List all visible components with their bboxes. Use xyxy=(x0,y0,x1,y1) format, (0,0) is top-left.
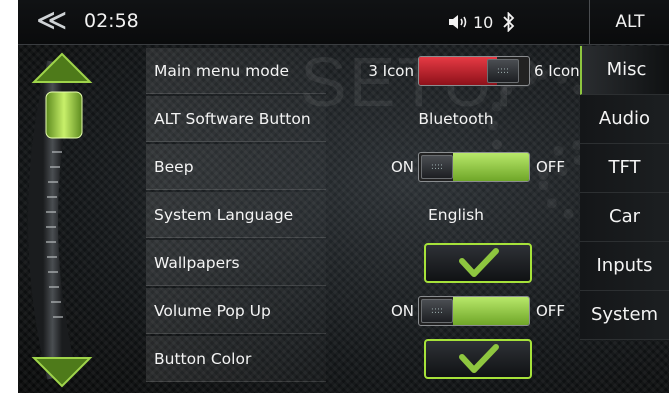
setting-label: Beep xyxy=(146,144,326,190)
tab-system[interactable]: System xyxy=(580,291,669,340)
setting-row-volume-pop-up: Volume Pop Up ON :::: OFF xyxy=(146,288,588,334)
volume-pop-up-toggle[interactable]: :::: xyxy=(418,296,530,326)
setting-row-button-color: Button Color xyxy=(146,336,588,382)
setting-label: Wallpapers xyxy=(146,240,326,286)
option-6-icon[interactable]: 6 Icon xyxy=(534,48,580,94)
check-icon xyxy=(459,248,499,277)
toggle-on-label[interactable]: ON xyxy=(376,144,414,190)
setting-value[interactable]: English xyxy=(376,192,536,238)
main-menu-mode-toggle[interactable]: :::: xyxy=(418,56,530,86)
setting-label: Button Color xyxy=(146,336,326,382)
check-icon xyxy=(459,344,499,373)
tab-inputs[interactable]: Inputs xyxy=(580,242,669,291)
setting-row-beep: Beep ON :::: OFF xyxy=(146,144,588,190)
setting-label: ALT Software Button xyxy=(146,96,326,142)
setting-row-wallpapers: Wallpapers xyxy=(146,240,588,286)
button-color-button[interactable] xyxy=(424,339,532,379)
back-button[interactable]: ≪ xyxy=(36,6,76,38)
clock: 02:58 xyxy=(84,10,139,32)
setting-label: Main menu mode xyxy=(146,48,326,94)
setting-value[interactable]: Bluetooth xyxy=(376,96,536,142)
scroll-down-arrow-icon xyxy=(31,357,93,388)
setting-row-alt-software-button[interactable]: ALT Software Button Bluetooth xyxy=(146,96,588,142)
toggle-fill xyxy=(453,297,529,325)
setting-row-main-menu-mode: Main menu mode 3 Icon :::: 6 Icon xyxy=(146,48,588,94)
tab-audio[interactable]: Audio xyxy=(580,95,669,144)
toggle-knob-grip-icon: :::: xyxy=(421,155,453,179)
volume-level: 10 xyxy=(473,12,494,32)
bluetooth-icon xyxy=(503,12,515,32)
toggle-on-label[interactable]: ON xyxy=(376,288,414,334)
alt-button[interactable]: ALT xyxy=(589,0,669,44)
setting-row-system-language[interactable]: System Language English xyxy=(146,192,588,238)
toggle-knob-grip-icon: :::: xyxy=(487,59,519,83)
tab-misc[interactable]: Misc xyxy=(580,46,669,95)
toggle-knob-grip-icon: :::: xyxy=(421,299,453,323)
tab-car[interactable]: Car xyxy=(580,193,669,242)
scroll-slider[interactable] xyxy=(28,52,138,388)
status-bar: ≪ 02:58 10 ALT xyxy=(18,0,669,45)
speaker-volume-icon xyxy=(449,15,467,29)
beep-toggle[interactable]: :::: xyxy=(418,152,530,182)
status-indicators: 10 xyxy=(448,12,516,32)
tab-tft[interactable]: TFT xyxy=(580,144,669,193)
setting-label: System Language xyxy=(146,192,326,238)
setup-screen: ≪ 02:58 10 ALT SETUP xyxy=(18,0,669,393)
scroll-slider-knob xyxy=(45,91,83,139)
option-3-icon[interactable]: 3 Icon xyxy=(346,48,414,94)
toggle-off-label[interactable]: OFF xyxy=(536,288,565,334)
toggle-fill xyxy=(419,57,497,85)
toggle-fill xyxy=(453,153,529,181)
toggle-off-label[interactable]: OFF xyxy=(536,144,565,190)
setting-label: Volume Pop Up xyxy=(146,288,326,334)
wallpapers-button[interactable] xyxy=(424,243,532,283)
scroll-up-arrow-icon xyxy=(31,52,93,83)
